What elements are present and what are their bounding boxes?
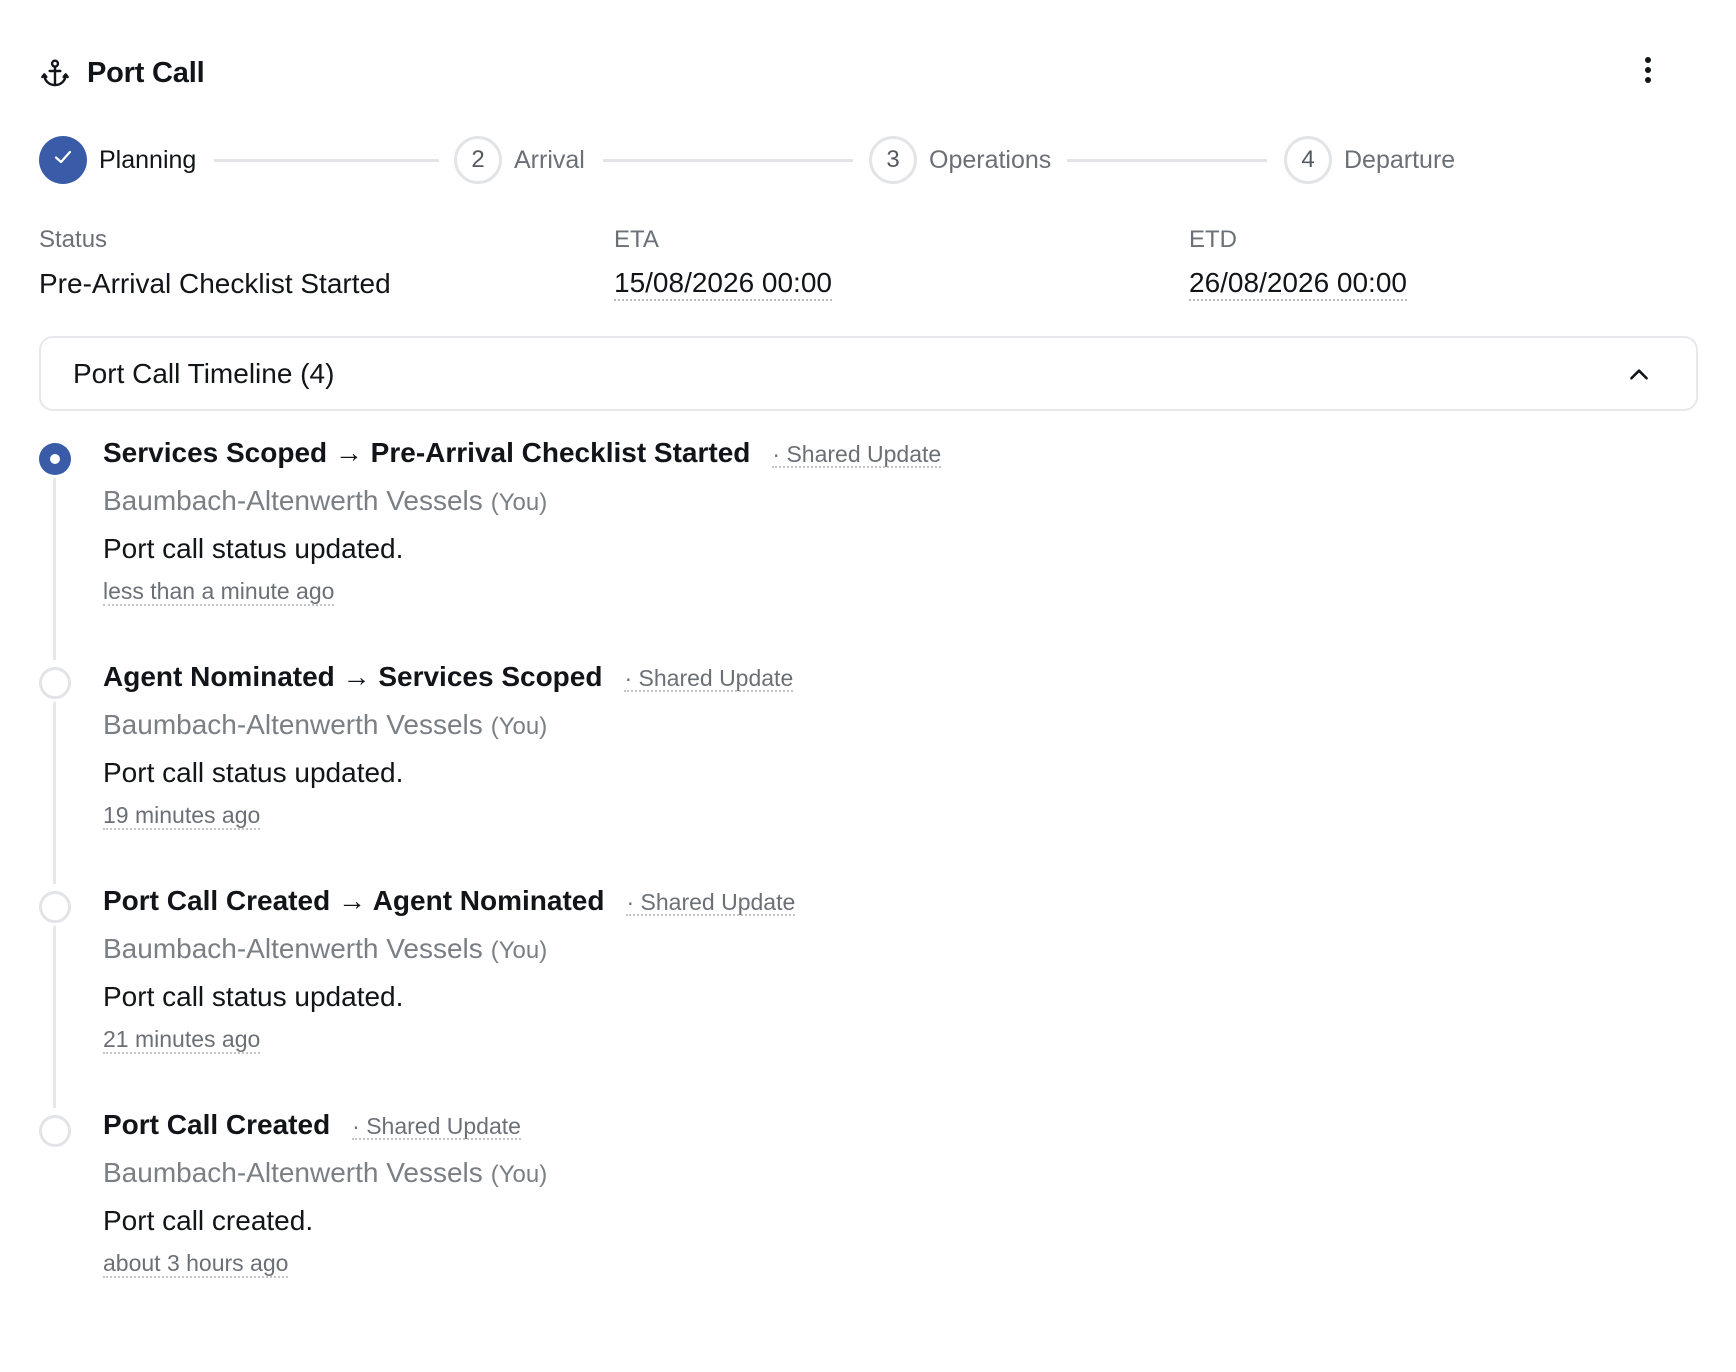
entry-title: Services Scoped → Pre-Arrival Checklist … (103, 437, 751, 468)
entry-title: Port Call Created (103, 1109, 331, 1140)
timeline-dot (39, 891, 71, 923)
you-label: (You) (490, 713, 548, 740)
timeline-toggle[interactable]: Port Call Timeline (4) (39, 336, 1698, 411)
entry-message: Port call status updated. (103, 757, 404, 788)
entry-message: Port call created. (103, 1205, 314, 1236)
status-field: Status Pre-Arrival Checklist Started (39, 226, 391, 300)
organization-name: Baumbach-Altenwerth Vessels (103, 709, 483, 740)
step-number: 4 (1284, 136, 1332, 184)
entry-organization: Baumbach-Altenwerth Vessels (You) (103, 1157, 1603, 1201)
step-arrival[interactable]: 2 Arrival (454, 136, 585, 184)
step-connector (603, 159, 853, 162)
entry-timestamp[interactable]: about 3 hours ago (103, 1250, 289, 1279)
etd-field: ETD 26/08/2026 00:00 (1189, 226, 1407, 301)
timeline-connector (53, 478, 56, 660)
step-planning[interactable]: Planning (39, 136, 196, 184)
shared-update-tag[interactable]: · Shared Update (772, 442, 942, 469)
more-vertical-icon (1644, 56, 1652, 89)
page-title: Port Call (87, 56, 205, 89)
step-label: Planning (99, 145, 197, 174)
eta-label: ETA (614, 226, 659, 253)
step-departure[interactable]: 4 Departure (1284, 136, 1455, 184)
step-label: Arrival (514, 145, 585, 174)
timeline-dot-current (39, 443, 71, 475)
timeline-connector (53, 926, 56, 1108)
entry-organization: Baumbach-Altenwerth Vessels (You) (103, 485, 1603, 529)
chevron-up-icon (1626, 362, 1652, 388)
card-header: Port Call (39, 46, 205, 100)
entry-timestamp[interactable]: less than a minute ago (103, 578, 335, 607)
step-label: Operations (929, 145, 1052, 174)
entry-timestamp[interactable]: 19 minutes ago (103, 802, 261, 831)
you-label: (You) (490, 937, 548, 964)
status-value: Pre-Arrival Checklist Started (39, 268, 391, 299)
anchor-icon (39, 57, 71, 89)
progress-stepper: Planning 2 Arrival 3 Operations 4 Depart… (39, 136, 1459, 184)
you-label: (You) (490, 489, 548, 516)
etd-value[interactable]: 26/08/2026 00:00 (1189, 267, 1407, 301)
step-1-indicator (39, 136, 87, 184)
timeline-connector (53, 702, 56, 884)
entry-message: Port call status updated. (103, 981, 404, 1012)
entry-organization: Baumbach-Altenwerth Vessels (You) (103, 933, 1603, 977)
checkmark-icon (51, 145, 75, 176)
timeline-title: Port Call Timeline (4) (73, 357, 335, 389)
entry-organization: Baumbach-Altenwerth Vessels (You) (103, 709, 1603, 753)
step-number: 2 (454, 136, 502, 184)
eta-field: ETA 15/08/2026 00:00 (614, 226, 832, 301)
entry-message: Port call status updated. (103, 533, 404, 564)
step-connector (214, 159, 439, 162)
you-label: (You) (490, 1161, 548, 1188)
step-number: 3 (869, 136, 917, 184)
shared-update-tag[interactable]: · Shared Update (624, 666, 794, 693)
entry-timestamp[interactable]: 21 minutes ago (103, 1026, 261, 1055)
timeline-dot (39, 667, 71, 699)
step-label: Departure (1344, 145, 1456, 174)
organization-name: Baumbach-Altenwerth Vessels (103, 1157, 483, 1188)
entry-title: Agent Nominated → Services Scoped (103, 661, 603, 692)
etd-label: ETD (1189, 226, 1237, 253)
more-options-button[interactable] (1628, 52, 1668, 92)
entry-title: Port Call Created → Agent Nominated (103, 885, 605, 916)
eta-value[interactable]: 15/08/2026 00:00 (614, 267, 832, 301)
status-label: Status (39, 226, 108, 253)
organization-name: Baumbach-Altenwerth Vessels (103, 485, 483, 516)
timeline-dot (39, 1115, 71, 1147)
organization-name: Baumbach-Altenwerth Vessels (103, 933, 483, 964)
step-operations[interactable]: 3 Operations (869, 136, 1051, 184)
port-call-card: Port Call Planning 2 Arrival 3 Operation… (0, 0, 1736, 1372)
shared-update-tag[interactable]: · Shared Update (626, 890, 796, 917)
step-connector (1067, 159, 1267, 162)
shared-update-tag[interactable]: · Shared Update (352, 1114, 521, 1141)
